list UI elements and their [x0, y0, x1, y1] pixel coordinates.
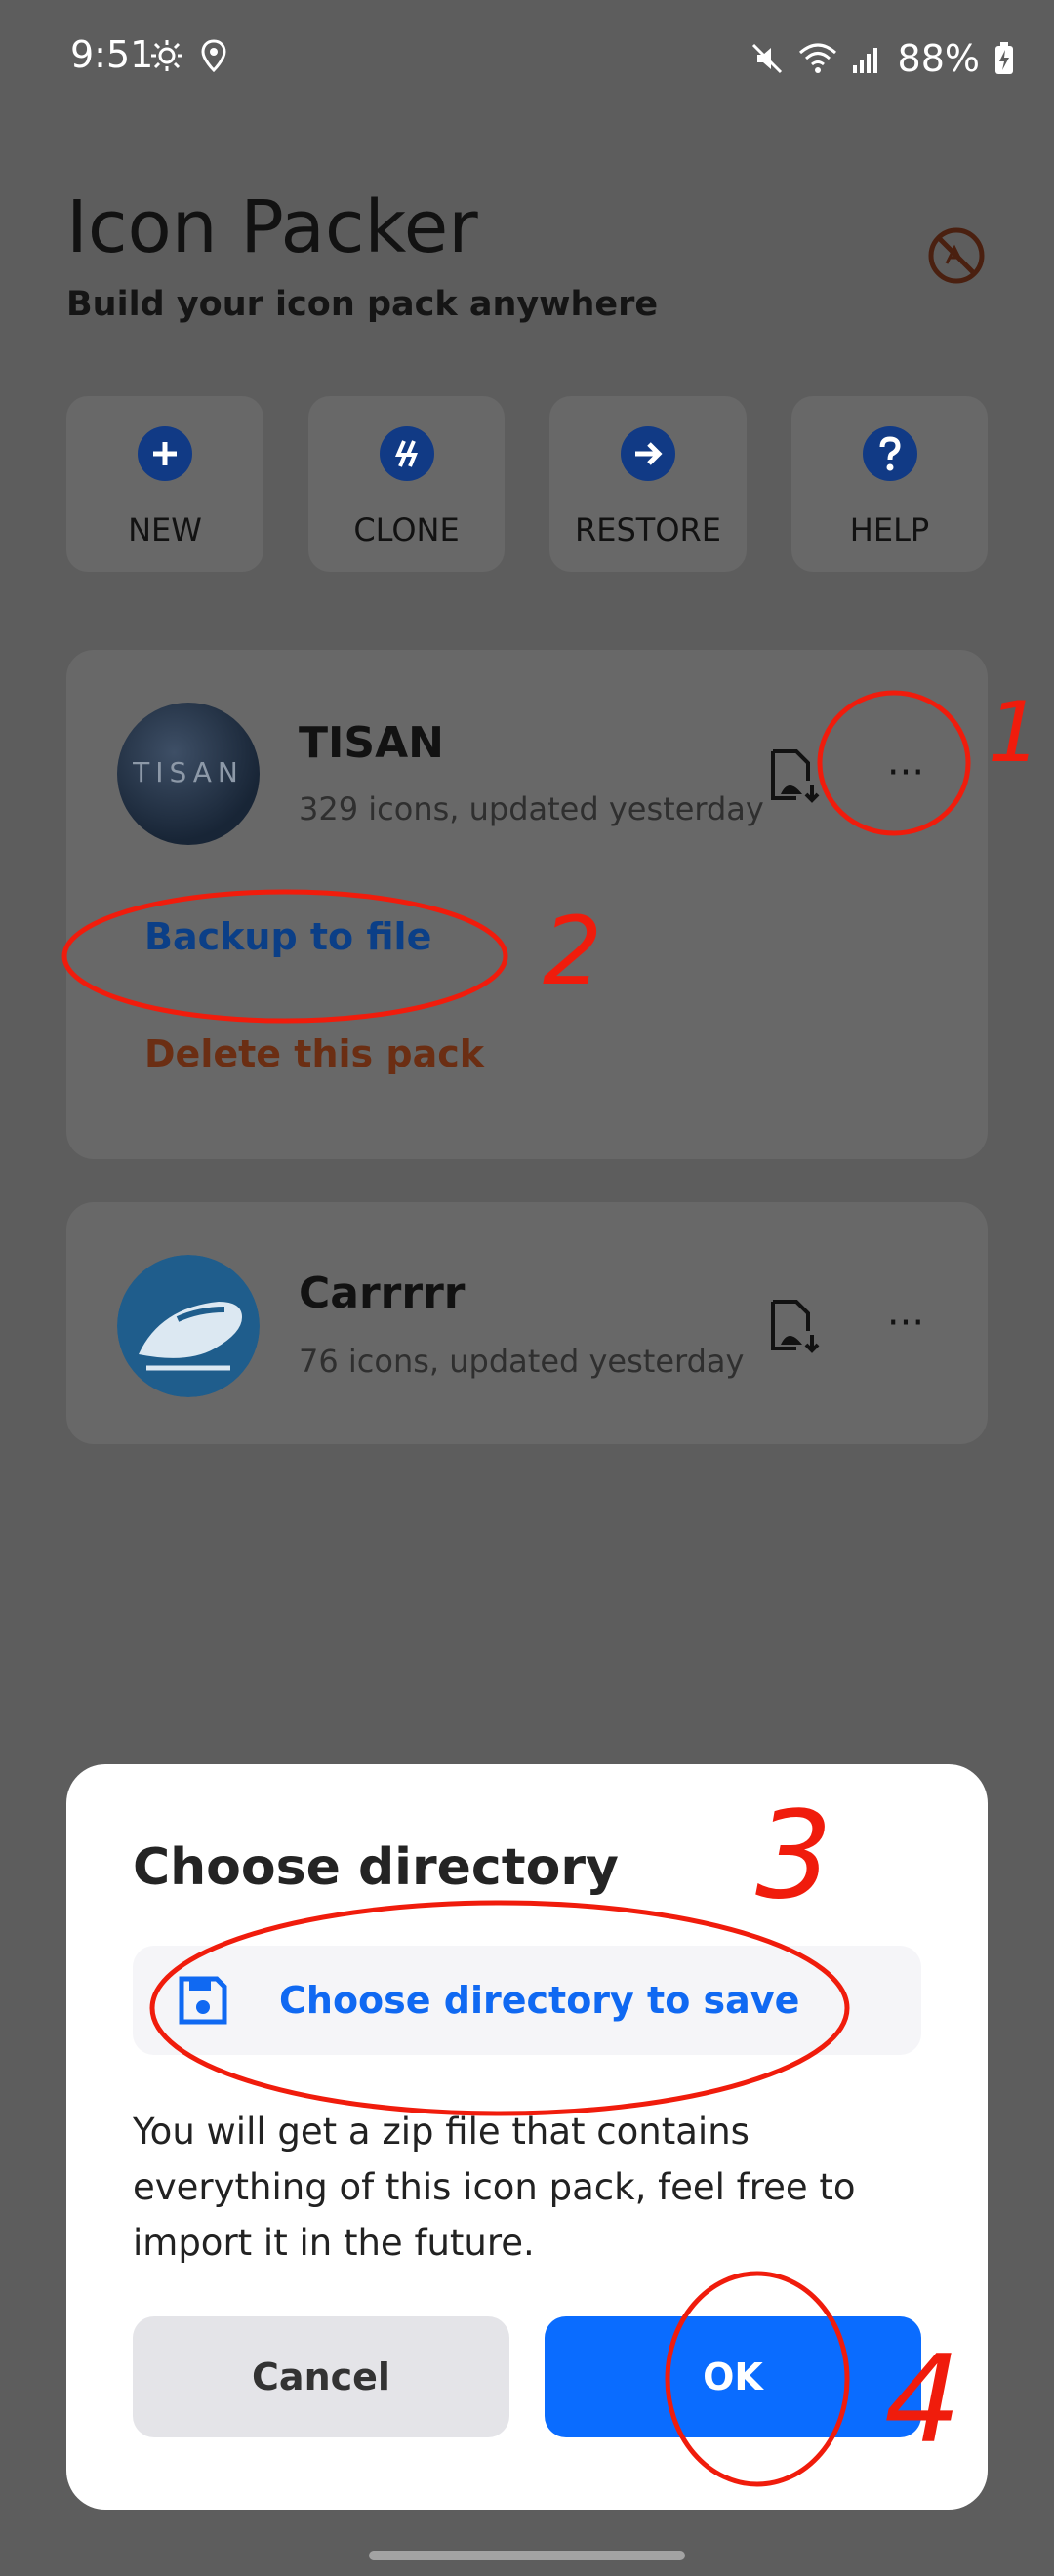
cancel-button[interactable]: Cancel	[133, 2316, 509, 2437]
wifi-icon	[798, 43, 836, 73]
help-button-label: HELP	[849, 511, 930, 548]
annotation-number-1: 1	[988, 684, 1041, 782]
restore-button[interactable]: RESTORE	[549, 396, 747, 572]
new-button-label: NEW	[128, 511, 202, 548]
location-icon	[201, 39, 226, 72]
help-circle-icon	[862, 426, 917, 481]
pack-meta: 329 icons, updated yesterday	[299, 790, 764, 827]
status-bar: 9:51 88%	[0, 0, 1054, 117]
ok-button[interactable]: OK	[545, 2316, 921, 2437]
restore-button-label: RESTORE	[575, 511, 721, 548]
delete-pack-item[interactable]: Delete this pack	[144, 1032, 484, 1075]
plus-circle-icon	[138, 426, 192, 481]
export-apk-icon[interactable]	[767, 1298, 824, 1354]
page-title: Icon Packer	[66, 185, 478, 269]
pack-avatar	[117, 1255, 260, 1397]
home-indicator[interactable]	[369, 2551, 685, 2560]
clone-button[interactable]: CLONE	[307, 396, 505, 572]
pack-name: TISAN	[299, 718, 444, 768]
more-options-button[interactable]: ···	[865, 744, 947, 802]
export-apk-icon[interactable]	[767, 747, 824, 804]
mute-icon	[751, 43, 782, 74]
clone-button-label: CLONE	[353, 511, 460, 548]
dialog-title: Choose directory	[133, 1838, 619, 1897]
status-time: 9:51	[70, 33, 154, 76]
more-options-button[interactable]: ···	[865, 1294, 947, 1352]
save-icon	[179, 1976, 227, 2025]
action-row: NEW CLONE RESTORE HELP	[66, 396, 988, 572]
pack-name: Carrrrr	[299, 1268, 466, 1318]
status-icons: 88%	[750, 29, 1015, 88]
choose-directory-button[interactable]: Choose directory to save	[133, 1946, 921, 2055]
page-subtitle: Build your icon pack anywhere	[66, 285, 659, 324]
battery-charging-icon	[995, 42, 1013, 74]
help-button[interactable]: HELP	[790, 396, 988, 572]
no-ads-icon[interactable]	[925, 224, 988, 287]
pack-avatar-text: TISAN	[133, 756, 244, 788]
battery-percentage: 88%	[897, 37, 980, 80]
backup-to-file-item[interactable]: Backup to file	[144, 915, 431, 958]
brightness-icon	[151, 40, 182, 71]
choose-directory-dialog: Choose directory Choose directory to sav…	[66, 1764, 988, 2510]
clone-icon	[379, 426, 434, 481]
new-button[interactable]: NEW	[66, 396, 264, 572]
choose-directory-label: Choose directory to save	[279, 1979, 800, 2022]
arrow-right-circle-icon	[621, 426, 675, 481]
pack-meta: 76 icons, updated yesterday	[299, 1343, 745, 1380]
pack-avatar: TISAN	[117, 703, 260, 845]
dialog-body-text: You will get a zip file that contains ev…	[133, 2111, 856, 2264]
pack-card-tisan[interactable]: TISAN TISAN 329 icons, updated yesterday…	[66, 650, 988, 1159]
signal-icon	[852, 48, 877, 73]
pack-card-carrrrr[interactable]: Carrrrr 76 icons, updated yesterday ···	[66, 1202, 988, 1444]
